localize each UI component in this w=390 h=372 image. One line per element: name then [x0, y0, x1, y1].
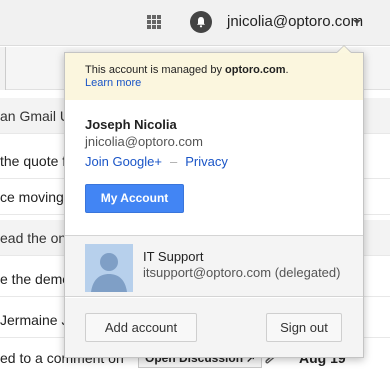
top-bar: jnicolia@optoro.com: [0, 0, 390, 46]
managed-domain: optoro.com: [225, 64, 286, 76]
privacy-link[interactable]: Privacy: [185, 154, 228, 169]
account-switcher-email[interactable]: jnicolia@optoro.com: [227, 13, 363, 30]
mail-snippet: e the demo: [0, 271, 71, 287]
popup-footer: Add account Sign out: [65, 298, 363, 357]
toolbar-edge: [0, 47, 6, 90]
apps-grid-icon[interactable]: [147, 15, 161, 29]
mail-snippet: the quote fo: [0, 153, 74, 169]
mail-snippet: an Gmail UI: [0, 108, 74, 124]
dropdown-caret-icon[interactable]: [353, 20, 361, 24]
add-account-button[interactable]: Add account: [85, 313, 197, 342]
default-avatar-icon: [91, 253, 127, 292]
delegated-account-email: itsupport@optoro.com (delegated): [143, 265, 341, 280]
delegated-account-item[interactable]: IT Support itsupport@optoro.com (delegat…: [65, 235, 363, 297]
join-google-plus-link[interactable]: Join Google+: [85, 154, 162, 169]
link-separator: –: [169, 154, 178, 169]
mail-snippet: ead the onli: [0, 230, 73, 246]
avatar: [85, 244, 133, 292]
managed-account-notice: This account is managed by optoro.com. L…: [65, 53, 363, 100]
notifications-bell-icon[interactable]: [190, 11, 212, 33]
account-popup: This account is managed by optoro.com. L…: [64, 52, 364, 358]
profile-links: Join Google+ – Privacy: [85, 154, 228, 169]
managed-notice-text: This account is managed by: [85, 64, 226, 76]
my-account-button[interactable]: My Account: [85, 184, 184, 213]
popup-pointer-fill: [337, 46, 351, 53]
sign-out-button[interactable]: Sign out: [266, 313, 342, 342]
delegated-account-name: IT Support: [143, 249, 204, 264]
user-name: Joseph Nicolia: [85, 117, 177, 132]
user-email: jnicolia@optoro.com: [85, 134, 203, 149]
managed-notice-suffix: .: [285, 64, 289, 76]
learn-more-link[interactable]: Learn more: [85, 77, 363, 90]
